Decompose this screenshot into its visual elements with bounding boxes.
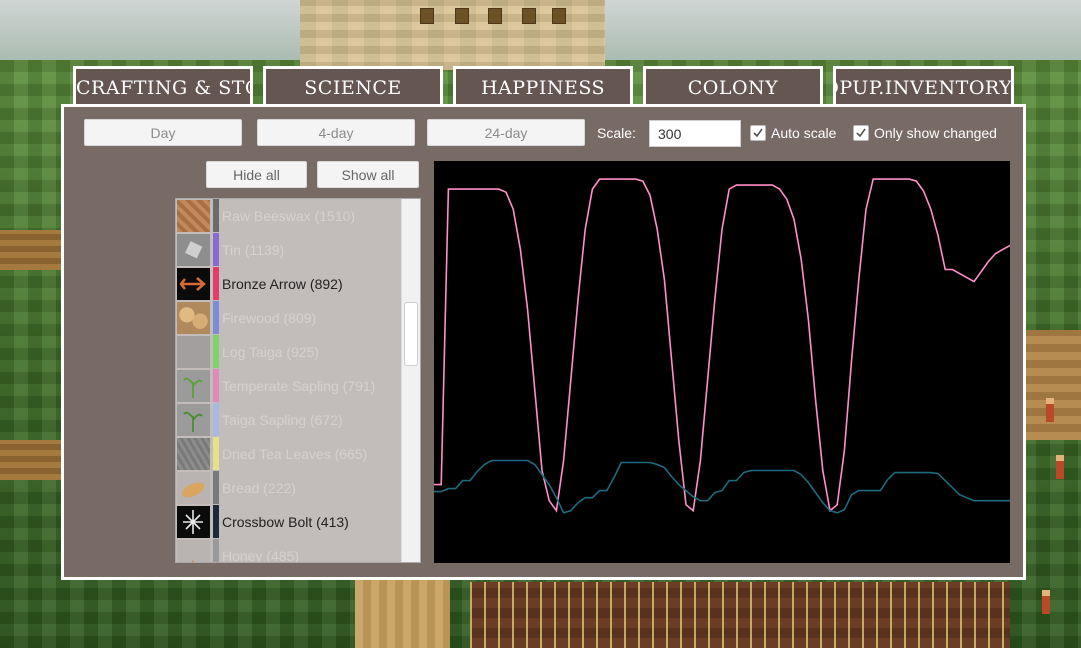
scale-label: Scale: xyxy=(597,125,636,141)
colonist xyxy=(1042,590,1050,614)
list-item[interactable]: Dried Tea Leaves (665) xyxy=(176,437,402,471)
inventory-stats-panel: Day 4-day 24-day Scale: Auto scale Only … xyxy=(61,104,1026,580)
series-line-crossbow-bolt xyxy=(434,459,1010,514)
checkmark-icon xyxy=(856,128,866,138)
auto-scale-label: Auto scale xyxy=(771,125,837,141)
stock-history-chart xyxy=(434,161,1011,563)
list-item-label: Crossbow Bolt (413) xyxy=(222,514,349,530)
list-item-label: Bronze Arrow (892) xyxy=(222,276,343,292)
list-item[interactable]: Firewood (809) xyxy=(176,301,402,335)
day-button[interactable]: Day xyxy=(84,119,242,146)
list-item[interactable]: Honey (485) xyxy=(176,539,402,563)
series-color-swatch xyxy=(213,369,219,402)
taiga-sapling-icon xyxy=(177,404,210,436)
series-color-swatch xyxy=(213,335,219,368)
series-color-swatch xyxy=(213,199,219,232)
list-item[interactable]: Tin (1139) xyxy=(176,233,402,267)
wooden-fence xyxy=(0,230,62,270)
list-item-label: Raw Beeswax (1510) xyxy=(222,208,356,224)
four-day-button[interactable]: 4-day xyxy=(257,119,415,146)
list-item-label: Log Taiga (925) xyxy=(222,344,320,360)
scrollbar-thumb[interactable] xyxy=(404,302,418,366)
chart-svg xyxy=(434,178,1011,514)
log-taiga-icon xyxy=(177,336,210,368)
list-item[interactable]: Crossbow Bolt (413) xyxy=(176,505,402,539)
colonist xyxy=(1056,455,1064,479)
colonist xyxy=(1046,398,1054,422)
series-color-swatch xyxy=(213,267,219,300)
series-color-swatch xyxy=(213,233,219,266)
wooden-wall xyxy=(1026,330,1081,440)
tab-crafting-stockpile[interactable]: CRAFTING & STOCKPILE xyxy=(73,66,253,104)
list-item[interactable]: Taiga Sapling (672) xyxy=(176,403,402,437)
tree-trunk xyxy=(355,578,450,648)
list-item[interactable]: Temperate Sapling (791) xyxy=(176,369,402,403)
bronze-arrow-icon xyxy=(177,268,210,300)
firewood-icon xyxy=(177,302,210,334)
beeswax-icon xyxy=(177,200,210,232)
show-all-button[interactable]: Show all xyxy=(317,161,419,188)
bread-icon xyxy=(177,472,210,504)
twentyfour-day-button[interactable]: 24-day xyxy=(427,119,585,146)
sandstone-tower xyxy=(300,0,605,70)
tin-icon xyxy=(177,234,210,266)
tab-happiness[interactable]: HAPPINESS xyxy=(453,66,633,104)
only-show-changed-label: Only show changed xyxy=(874,125,997,141)
wooden-fence xyxy=(0,440,62,480)
tab-inventory-stats[interactable]: POPUP.INVENTORY.STATS.HEADER xyxy=(833,66,1014,104)
honey-icon xyxy=(177,540,210,562)
scale-input[interactable] xyxy=(649,120,741,147)
auto-scale-checkbox[interactable] xyxy=(750,125,766,141)
wheat-farm xyxy=(470,582,1010,648)
dried-tea-leaves-icon xyxy=(177,438,210,470)
list-item-label: Firewood (809) xyxy=(222,310,317,326)
series-color-swatch xyxy=(213,471,219,504)
tower-window xyxy=(455,8,469,24)
tab-colony[interactable]: COLONY xyxy=(643,66,823,104)
list-item-label: Taiga Sapling (672) xyxy=(222,412,343,428)
hide-all-button[interactable]: Hide all xyxy=(206,161,307,188)
tower-window xyxy=(420,8,434,24)
list-item-label: Bread (222) xyxy=(222,480,296,496)
list-scrollbar[interactable] xyxy=(401,199,420,562)
series-color-swatch xyxy=(213,539,219,562)
list-item-label: Dried Tea Leaves (665) xyxy=(222,446,368,462)
tab-science[interactable]: SCIENCE xyxy=(263,66,443,104)
temperate-sapling-icon xyxy=(177,370,210,402)
list-item-label: Honey (485) xyxy=(222,548,300,563)
list-item[interactable]: Bread (222) xyxy=(176,471,402,505)
crossbow-bolt-icon xyxy=(177,506,210,538)
series-color-swatch xyxy=(213,403,219,436)
list-item[interactable]: Log Taiga (925) xyxy=(176,335,402,369)
list-item-label: Temperate Sapling (791) xyxy=(222,378,376,394)
tower-window xyxy=(488,8,502,24)
checkmark-icon xyxy=(753,128,763,138)
only-show-changed-checkbox[interactable] xyxy=(853,125,869,141)
list-item[interactable]: Raw Beeswax (1510) xyxy=(176,199,402,233)
series-color-swatch xyxy=(213,301,219,334)
series-color-swatch xyxy=(213,505,219,538)
list-item[interactable]: Bronze Arrow (892) xyxy=(176,267,402,301)
tower-window xyxy=(522,8,536,24)
tower-window xyxy=(552,8,566,24)
item-list[interactable]: Honey (485) Crossbow Bolt (413) Bread (222… xyxy=(175,198,421,563)
list-item-label: Tin (1139) xyxy=(222,242,285,258)
series-color-swatch xyxy=(213,437,219,470)
